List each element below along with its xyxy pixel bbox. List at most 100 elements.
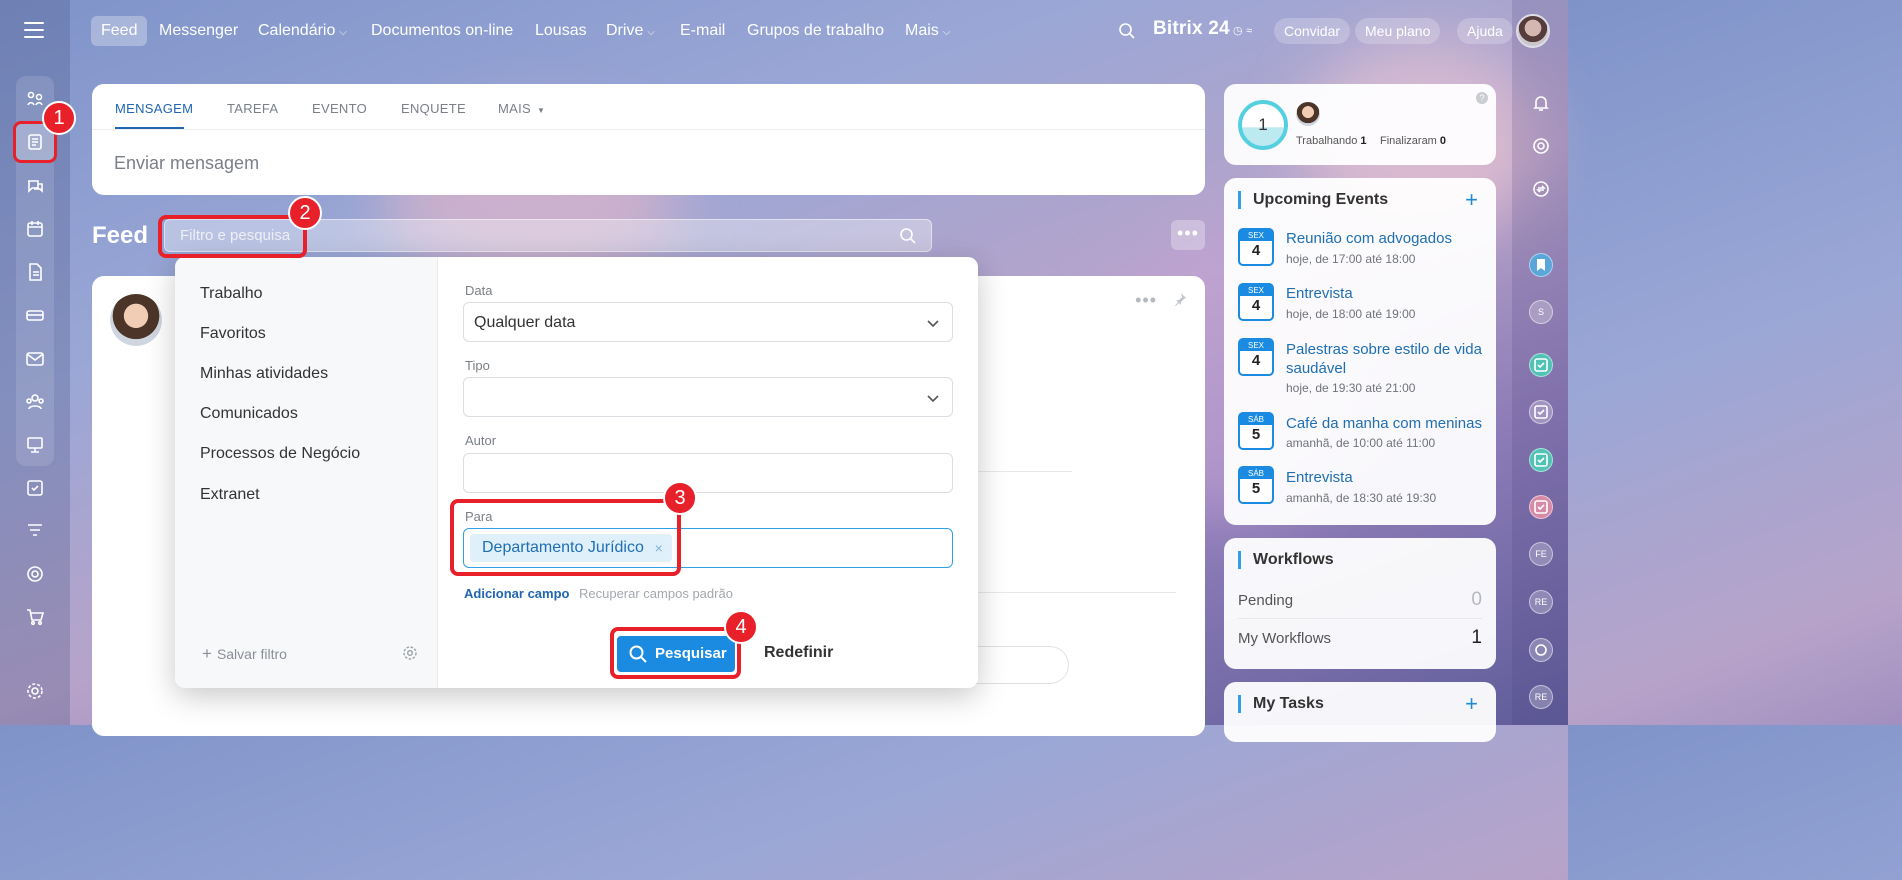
brand-logo: Bitrix 24 ◷ ≈	[1153, 18, 1252, 40]
post-author-avatar[interactable]	[110, 294, 162, 346]
nav-more[interactable]: Mais ⌵	[905, 16, 950, 46]
save-filter-button[interactable]: + Salvar filtro	[202, 644, 287, 664]
nav-messenger[interactable]: Messenger	[159, 16, 238, 46]
sync-icon[interactable]	[1529, 177, 1553, 201]
event-title[interactable]: Reunião com advogados	[1286, 229, 1486, 248]
whiteboard-icon[interactable]	[22, 432, 48, 458]
task-check-icon[interactable]	[1529, 353, 1553, 377]
my-tasks-title[interactable]: My Tasks	[1238, 695, 1324, 713]
worktime-widget[interactable]: 1 Trabalhando 1 Finalizaram 0 ?	[1224, 84, 1496, 165]
event-title[interactable]: Palestras sobre estilo de vida saudável	[1286, 340, 1486, 378]
workflow-row-pending[interactable]: Pending 0	[1238, 589, 1482, 610]
my-plan-button[interactable]: Meu plano	[1355, 18, 1441, 44]
task-check-icon[interactable]	[1529, 448, 1553, 472]
chat-avatar[interactable]: RE	[1529, 685, 1553, 709]
tab-poll[interactable]: ENQUETE	[401, 101, 466, 116]
shop-cart-icon[interactable]	[22, 604, 48, 630]
tasks-icon[interactable]	[22, 475, 48, 501]
tab-more[interactable]: MAIS ▼	[498, 101, 545, 116]
gear-icon[interactable]	[402, 645, 418, 661]
workflow-label: Pending	[1238, 592, 1294, 609]
calendar-icon[interactable]	[22, 216, 48, 242]
copilot-icon[interactable]	[1529, 134, 1553, 158]
groups-icon[interactable]	[22, 389, 48, 415]
task-check-icon[interactable]	[1529, 495, 1553, 519]
event-title[interactable]: Café da manha com meninas	[1286, 414, 1486, 433]
search-icon[interactable]	[1118, 22, 1136, 40]
chat-avatar[interactable]: FE	[1529, 542, 1553, 566]
event-time: hoje, de 18:00 até 19:00	[1286, 307, 1416, 321]
workflows-title[interactable]: Workflows	[1238, 551, 1334, 569]
bell-icon[interactable]	[1529, 91, 1553, 115]
preset-work[interactable]: Trabalho	[200, 285, 263, 303]
help-button[interactable]: Ajuda	[1457, 18, 1513, 44]
nav-drive[interactable]: Drive ⌵	[606, 16, 655, 46]
preset-business-processes[interactable]: Processos de Negócio	[200, 445, 360, 463]
menu-icon[interactable]	[24, 22, 44, 38]
messenger-icon[interactable]	[22, 173, 48, 199]
nav-boards[interactable]: Lousas	[535, 16, 587, 46]
calendar-date-icon: SEX 4	[1238, 228, 1274, 266]
employee-avatar[interactable]	[1296, 102, 1320, 126]
divider	[972, 592, 1176, 593]
drive-icon[interactable]	[22, 302, 48, 328]
help-icon[interactable]: ?	[1476, 92, 1488, 104]
nav-email[interactable]: E-mail	[680, 16, 725, 46]
type-select[interactable]	[463, 377, 953, 417]
event-time: amanhã, de 10:00 até 11:00	[1286, 436, 1436, 450]
tab-message[interactable]: MENSAGEM	[115, 101, 193, 116]
event-time: hoje, de 17:00 até 18:00	[1286, 252, 1416, 266]
preset-extranet[interactable]: Extranet	[200, 486, 260, 504]
message-input[interactable]: Enviar mensagem	[114, 153, 259, 174]
date-select[interactable]: Qualquer data	[463, 302, 953, 342]
comment-input[interactable]	[970, 646, 1069, 684]
nav-workgroups[interactable]: Grupos de trabalho	[747, 16, 884, 46]
event-date: 4	[1251, 242, 1261, 259]
workflow-row-mine[interactable]: My Workflows 1	[1238, 627, 1482, 648]
date-label: Data	[465, 283, 493, 298]
chat-avatar[interactable]: RE	[1529, 590, 1553, 614]
tab-more-label: MAIS	[498, 101, 531, 116]
chat-avatar[interactable]: S	[1529, 300, 1553, 324]
event-title[interactable]: Entrevista	[1286, 284, 1486, 303]
nav-calendar[interactable]: Calendário ⌵	[258, 16, 347, 46]
settings-gear-icon[interactable]	[22, 678, 48, 704]
copilot-icon[interactable]	[1529, 638, 1553, 662]
type-label: Tipo	[465, 358, 490, 373]
add-field-link[interactable]: Adicionar campo	[464, 586, 569, 601]
filter-funnel-icon[interactable]	[22, 518, 48, 544]
task-check-icon[interactable]	[1529, 400, 1553, 424]
post-menu-icon[interactable]: •••	[1135, 290, 1157, 311]
add-task-plus-icon[interactable]: +	[1465, 691, 1478, 717]
working-label: Trabalhando	[1296, 135, 1358, 147]
restore-default-fields-link[interactable]: Recuperar campos padrão	[579, 586, 733, 601]
worktime-counter[interactable]: 1	[1238, 100, 1288, 150]
feed-icon[interactable]	[22, 129, 48, 155]
preset-my-activities[interactable]: Minhas atividades	[200, 365, 328, 383]
add-event-plus-icon[interactable]: +	[1465, 187, 1478, 213]
bookmark-icon[interactable]	[1529, 253, 1553, 277]
working-stat: Trabalhando 1	[1296, 135, 1366, 147]
event-date: 5	[1251, 480, 1261, 497]
more-options-button[interactable]: •••	[1171, 220, 1205, 250]
nav-online-documents[interactable]: Documentos on-line	[371, 16, 513, 46]
tab-event[interactable]: EVENTO	[312, 101, 367, 116]
documents-icon[interactable]	[22, 259, 48, 285]
target-icon[interactable]	[22, 561, 48, 587]
annotation-box-2	[158, 215, 307, 258]
author-input[interactable]	[463, 453, 953, 493]
workflow-count: 1	[1471, 627, 1482, 648]
search-icon[interactable]	[899, 227, 917, 245]
event-title[interactable]: Entrevista	[1286, 468, 1486, 487]
upcoming-events-title[interactable]: Upcoming Events	[1238, 191, 1388, 209]
preset-announcements[interactable]: Comunicados	[200, 405, 298, 423]
invite-button[interactable]: Convidar	[1274, 18, 1351, 44]
tab-task[interactable]: TAREFA	[227, 101, 278, 116]
pin-icon[interactable]	[1173, 292, 1187, 307]
nav-feed[interactable]: Feed	[91, 16, 148, 46]
reset-button[interactable]: Redefinir	[764, 644, 833, 662]
workflow-label: My Workflows	[1238, 630, 1332, 647]
mail-icon[interactable]	[22, 346, 48, 372]
preset-favorites[interactable]: Favoritos	[200, 325, 266, 343]
caret-down-icon: ▼	[536, 106, 546, 115]
